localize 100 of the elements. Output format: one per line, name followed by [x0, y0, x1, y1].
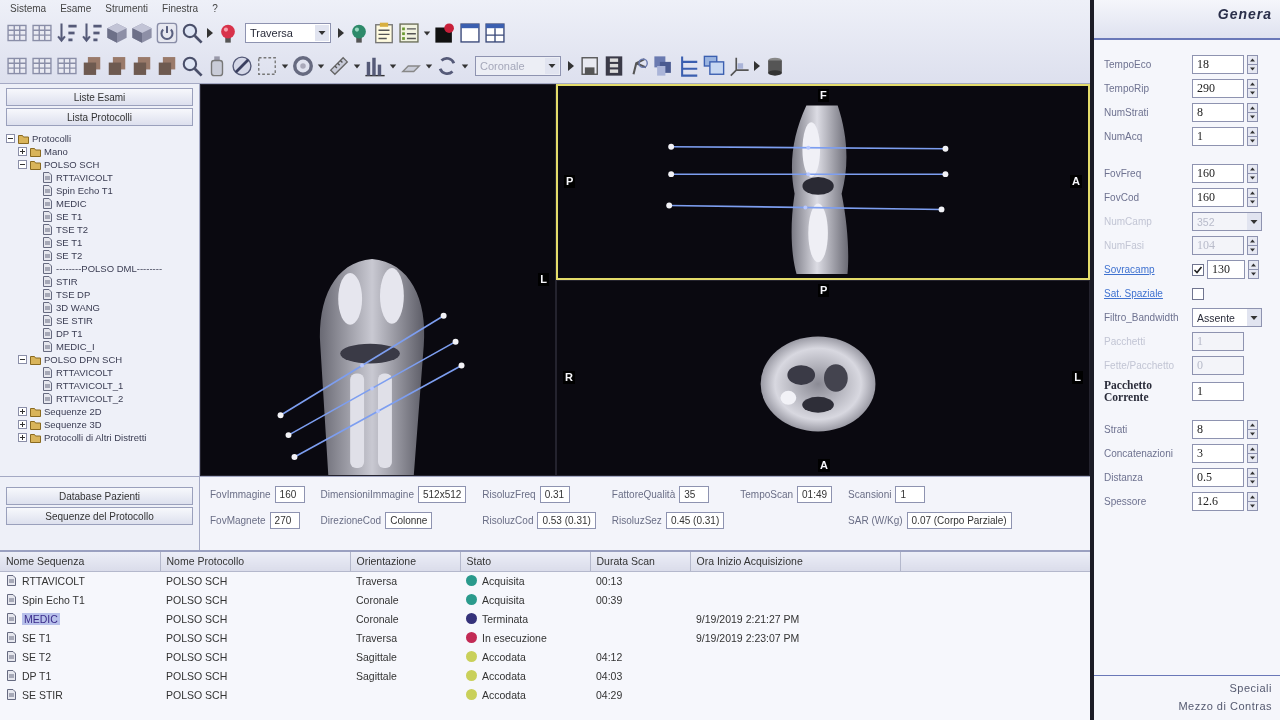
- checkbox[interactable]: [1192, 287, 1204, 300]
- refresh-icon[interactable]: [436, 54, 458, 77]
- dashed-frame-icon[interactable]: [256, 54, 278, 77]
- value-field[interactable]: 160: [274, 486, 305, 503]
- ruler-icon[interactable]: [328, 54, 350, 77]
- tree-item[interactable]: MEDIC: [56, 198, 87, 209]
- spin-button[interactable]: [1247, 492, 1258, 512]
- cube-icon[interactable]: [131, 22, 153, 45]
- tree-item[interactable]: POLSO DPN SCH: [44, 354, 123, 365]
- stacked-sheets-icon[interactable]: [131, 54, 153, 77]
- number-field[interactable]: 0.5: [1192, 468, 1244, 488]
- tree-item[interactable]: SE T2: [56, 250, 83, 261]
- cube-icon[interactable]: [106, 22, 128, 45]
- value-field[interactable]: 0.31: [539, 486, 570, 503]
- tree-item[interactable]: RTTAVICOLT_1: [56, 380, 124, 391]
- ring-icon[interactable]: [292, 54, 314, 77]
- stacked-sheets-icon[interactable]: [106, 54, 128, 77]
- spin-button[interactable]: [1247, 55, 1258, 74]
- table-cell[interactable]: SE T2: [22, 650, 51, 663]
- play-arrow-icon[interactable]: [337, 27, 345, 40]
- value-field[interactable]: 01:49: [797, 486, 833, 503]
- tree-item[interactable]: MEDIC_I: [56, 341, 95, 352]
- column-header[interactable]: Durata Scan: [590, 552, 690, 571]
- column-header[interactable]: Nome Protocollo: [160, 552, 350, 571]
- tree-item[interactable]: Mano: [44, 146, 68, 157]
- table-cell[interactable]: MEDIC: [22, 612, 60, 625]
- tab[interactable]: Genera: [1217, 6, 1272, 22]
- table-cell[interactable]: SE T1: [22, 631, 51, 644]
- tree-item[interactable]: Protocolli di Altri Distretti: [44, 432, 147, 443]
- plus-box-icon[interactable]: [18, 407, 27, 416]
- value-field[interactable]: 270: [269, 512, 300, 529]
- minus-box-icon[interactable]: [18, 355, 27, 364]
- value-field[interactable]: 512x512: [417, 486, 467, 503]
- checkbox[interactable]: [1192, 263, 1204, 276]
- tree-item[interactable]: SE T1: [56, 237, 83, 248]
- tree-item[interactable]: Sequenze 2D: [44, 406, 102, 417]
- tree-item[interactable]: SE T1: [56, 211, 83, 222]
- tree-item[interactable]: STIR: [56, 276, 78, 287]
- window-icon[interactable]: [459, 22, 481, 45]
- notepad-icon[interactable]: [373, 22, 395, 45]
- film-strip-icon[interactable]: [603, 54, 625, 77]
- link[interactable]: Sovracamp: [1104, 264, 1155, 275]
- number-field[interactable]: 130: [1207, 260, 1245, 279]
- menu-item[interactable]: ?: [212, 3, 218, 15]
- tree-item[interactable]: SE STIR: [56, 315, 93, 326]
- menu-item[interactable]: Esame: [60, 3, 92, 15]
- pin-icon[interactable]: [434, 22, 456, 45]
- tab[interactable]: Mezzo di Contras: [1178, 700, 1272, 712]
- number-field[interactable]: 8: [1192, 420, 1244, 440]
- spin-button[interactable]: [1247, 420, 1258, 440]
- menu-item[interactable]: Sistema: [10, 3, 47, 15]
- spin-button[interactable]: [1248, 260, 1259, 279]
- column-header[interactable]: Stato: [460, 552, 590, 571]
- panel-button[interactable]: Sequenze del Protocollo: [6, 507, 193, 525]
- panel-button[interactable]: Lista Protocolli: [6, 108, 193, 126]
- plus-box-icon[interactable]: [18, 420, 27, 429]
- number-field[interactable]: 12.6: [1192, 492, 1244, 512]
- number-field[interactable]: 160: [1192, 188, 1244, 207]
- number-field[interactable]: 8: [1192, 103, 1244, 122]
- spin-button[interactable]: [1247, 236, 1258, 255]
- stacked-sheets-icon[interactable]: [156, 54, 178, 77]
- power-icon[interactable]: [156, 22, 178, 45]
- tree-item[interactable]: POLSO SCH: [44, 159, 100, 170]
- table-cell[interactable]: RTTAVICOLT: [22, 574, 85, 587]
- spin-button[interactable]: [1247, 103, 1258, 122]
- viewport[interactable]: P A R L: [556, 280, 1090, 476]
- spin-button[interactable]: [1247, 164, 1258, 183]
- minus-box-icon[interactable]: [6, 134, 15, 143]
- spin-button[interactable]: [1247, 468, 1258, 488]
- value-field[interactable]: Colonne: [385, 512, 433, 529]
- table-cell[interactable]: Spin Echo T1: [22, 593, 85, 606]
- plus-box-icon[interactable]: [18, 147, 27, 156]
- stacked-windows-icon[interactable]: [703, 54, 725, 77]
- sort-icon[interactable]: [56, 22, 78, 45]
- value-field[interactable]: 0.53 (0.31): [537, 512, 596, 529]
- number-field[interactable]: 18: [1192, 55, 1244, 74]
- table-cell[interactable]: DP T1: [22, 669, 52, 682]
- value-field[interactable]: 1: [895, 486, 926, 503]
- tree-item[interactable]: DP T1: [56, 328, 83, 339]
- tree-item[interactable]: TSE T2: [56, 224, 89, 235]
- value-field[interactable]: 35: [679, 486, 710, 503]
- slice-line[interactable]: [285, 338, 459, 439]
- slice-line[interactable]: [668, 143, 949, 152]
- sort-icon[interactable]: [81, 22, 103, 45]
- slice-line[interactable]: [277, 312, 447, 419]
- table-cell[interactable]: SE STIR: [22, 688, 63, 701]
- spin-button[interactable]: [1247, 127, 1258, 146]
- number-field[interactable]: 290: [1192, 79, 1244, 98]
- dropdown[interactable]: Traversa: [245, 23, 331, 44]
- tree-item[interactable]: Sequenze 3D: [44, 419, 102, 430]
- value-field[interactable]: 0.07 (Corpo Parziale): [906, 512, 1012, 529]
- tree-item[interactable]: --------POLSO DML--------: [56, 263, 163, 274]
- dropdown[interactable]: Assente: [1192, 308, 1262, 327]
- slice-line[interactable]: [666, 202, 945, 213]
- play-arrow-icon[interactable]: [753, 59, 761, 72]
- column-header[interactable]: Nome Sequenza: [0, 552, 160, 571]
- slice-line[interactable]: [291, 362, 465, 460]
- viewport[interactable]: F P A: [556, 84, 1090, 280]
- spin-button[interactable]: [1247, 188, 1258, 207]
- menu-item[interactable]: Strumenti: [105, 3, 149, 15]
